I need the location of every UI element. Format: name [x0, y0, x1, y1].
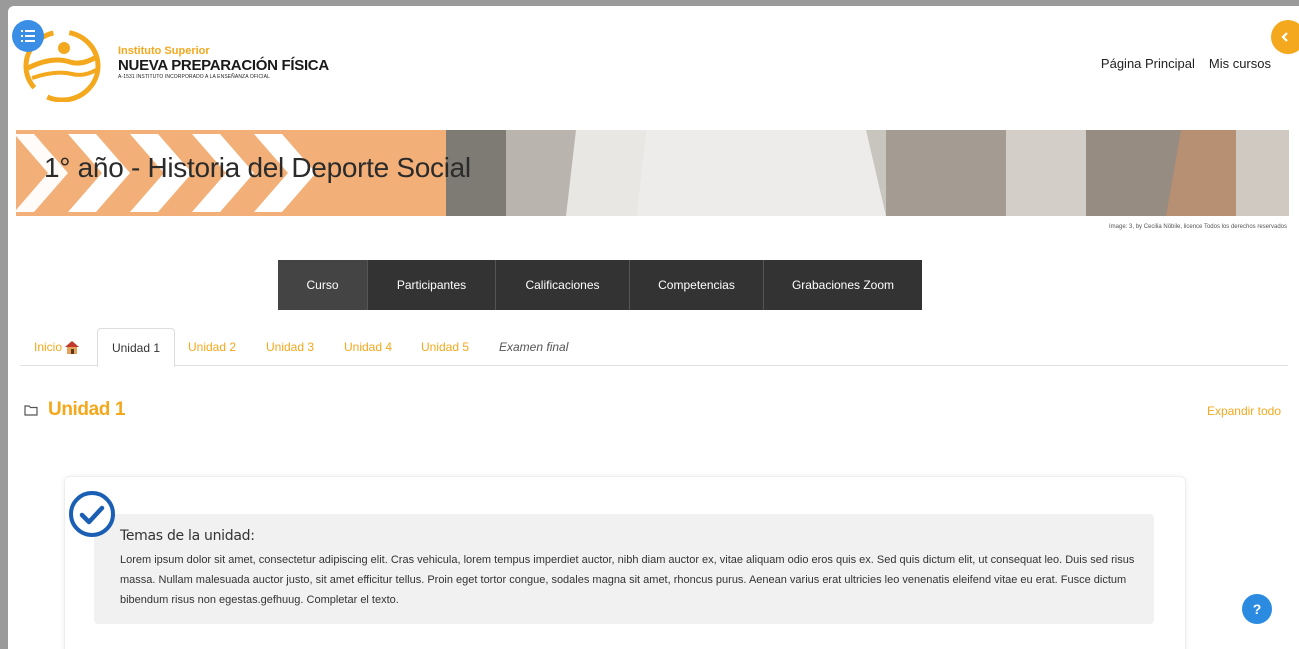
tab-unidad-3[interactable]: Unidad 3: [266, 328, 314, 366]
course-title: 1° año - Historia del Deporte Social: [44, 152, 471, 183]
drawer-toggle-button[interactable]: [12, 20, 44, 52]
image-credit: Image: 3, by Cecilia Nöbile, licence Tod…: [1109, 224, 1287, 230]
nav-home-link[interactable]: Página Principal: [1101, 56, 1195, 71]
expand-all-link[interactable]: Expandir todo: [1207, 404, 1281, 418]
house-icon: [65, 341, 80, 354]
unit-topics-box: Temas de la unidad: Lorem ipsum dolor si…: [94, 514, 1154, 624]
menu-zoom-recordings[interactable]: Grabaciones Zoom: [764, 260, 922, 310]
topics-text: Lorem ipsum dolor sit amet, consectetur …: [120, 554, 1135, 606]
tab-unidad-4[interactable]: Unidad 4: [344, 328, 392, 366]
list-icon: [21, 30, 35, 42]
course-banner: 1° año - Historia del Deporte Social: [16, 130, 1289, 216]
check-circle-icon: [69, 491, 115, 537]
tab-unidad-2[interactable]: Unidad 2: [188, 328, 236, 366]
menu-course[interactable]: Curso: [278, 260, 368, 310]
tab-examen-final[interactable]: Examen final: [499, 328, 568, 366]
banner-photo: [446, 130, 1289, 216]
help-button[interactable]: ?: [1242, 594, 1272, 624]
blocks-toggle-button[interactable]: [1271, 20, 1299, 54]
menu-grades[interactable]: Calificaciones: [496, 260, 630, 310]
section-title[interactable]: Unidad 1: [48, 399, 125, 421]
top-navigation: Página Principal Mis cursos: [1101, 56, 1271, 71]
question-icon: ?: [1252, 601, 1262, 617]
logo-tagline: A-1531 INSTITUTO INCORPORADO A LA ENSEÑA…: [118, 74, 270, 80]
course-menu: Curso Participantes Calificaciones Compe…: [278, 260, 922, 310]
tab-inicio-label: Inicio: [34, 340, 63, 354]
logo-text: Instituto Superior NUEVA PREPARACIÓN FÍS…: [118, 46, 329, 81]
page-frame: Instituto Superior NUEVA PREPARACIÓN FÍS…: [8, 6, 1299, 649]
menu-competencies[interactable]: Competencias: [630, 260, 764, 310]
tab-inicio[interactable]: Inicio: [34, 328, 80, 366]
section-header: Unidad 1: [24, 399, 125, 421]
logo-title: NUEVA PREPARACIÓN FÍSICA: [118, 57, 329, 74]
topics-title: Temas de la unidad:: [120, 528, 255, 544]
site-header: Instituto Superior NUEVA PREPARACIÓN FÍS…: [8, 6, 1299, 106]
folder-icon[interactable]: [24, 404, 38, 416]
nav-my-courses-link[interactable]: Mis cursos: [1209, 56, 1271, 71]
tab-unidad-1[interactable]: Unidad 1: [97, 328, 175, 367]
menu-participants[interactable]: Participantes: [368, 260, 496, 310]
chevron-left-icon: [1281, 32, 1288, 42]
unit-tabs: Inicio Unidad 1 Unidad 2 Unidad 3 Unidad…: [20, 328, 1288, 367]
logo-subtitle: Instituto Superior: [118, 45, 210, 57]
tab-unidad-5[interactable]: Unidad 5: [421, 328, 469, 366]
